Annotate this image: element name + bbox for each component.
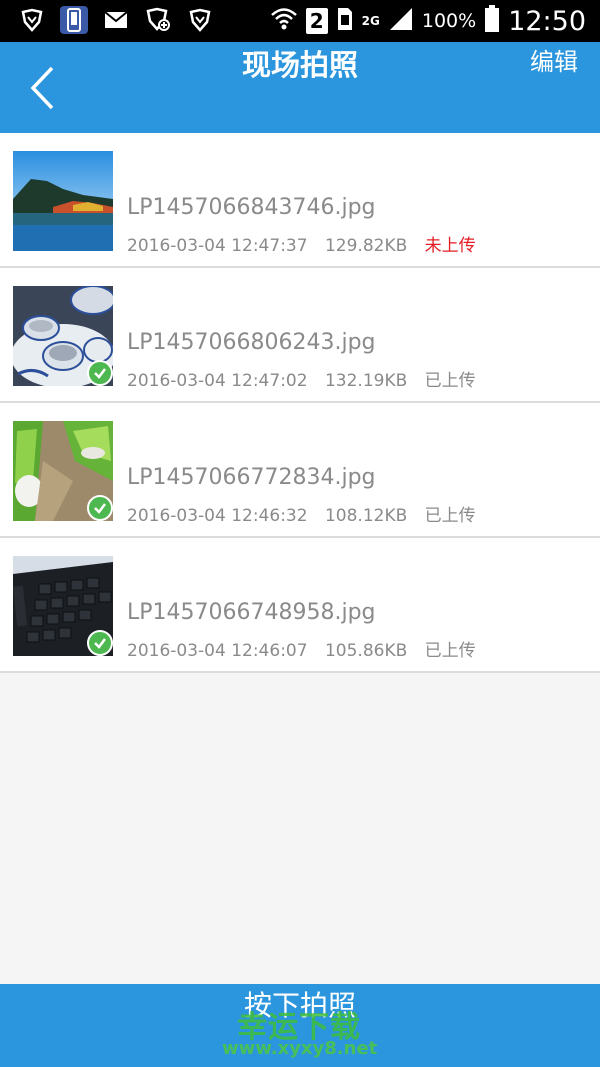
edit-button[interactable]: 编辑	[530, 42, 578, 133]
watermark-url: www.xyxy8.net	[222, 1038, 378, 1059]
page-title: 现场拍照	[241, 48, 358, 82]
photo-filename: LP1457066806243.jpg	[127, 330, 376, 355]
photo-size: 132.19KB	[324, 371, 408, 391]
photo-filename: LP1457066772834.jpg	[127, 465, 376, 490]
photo-filename: LP1457066843746.jpg	[127, 195, 376, 220]
photo-meta: 2016-03-04 12:46:32 108.12KB 已上传	[127, 501, 488, 526]
mail-icon	[102, 6, 130, 34]
photo-datetime: 2016-03-04 12:47:37	[127, 236, 308, 256]
uploaded-check-icon	[87, 360, 113, 386]
phone-icon	[60, 6, 88, 34]
upload-status: 已上传	[424, 641, 476, 661]
network-type: 2G	[361, 14, 380, 28]
photo-thumbnail[interactable]	[13, 286, 113, 386]
app-header: 现场拍照 编辑	[0, 42, 600, 133]
system-indicators: 2 2G 100% 12:50	[270, 4, 586, 38]
photo-datetime: 2016-03-04 12:47:02	[127, 371, 308, 391]
photo-meta: 2016-03-04 12:46:07 105.86KB 已上传	[127, 636, 488, 661]
photo-size: 129.82KB	[324, 236, 408, 256]
uploaded-check-icon	[87, 495, 113, 521]
uploaded-check-icon	[87, 630, 113, 656]
list-item[interactable]: LP1457066806243.jpg 2016-03-04 12:47:02 …	[0, 268, 600, 403]
photo-datetime: 2016-03-04 12:46:32	[127, 506, 308, 526]
signal-icon	[388, 6, 414, 36]
photo-thumbnail[interactable]	[13, 151, 113, 251]
battery-icon	[484, 5, 500, 37]
photo-thumbnail[interactable]	[13, 556, 113, 656]
list-item[interactable]: LP1457066772834.jpg 2016-03-04 12:46:32 …	[0, 403, 600, 538]
sim-icon	[336, 7, 354, 35]
status-bar: 2 2G 100% 12:50	[0, 0, 600, 42]
lake-landscape-image	[13, 151, 113, 251]
clock: 12:50	[508, 5, 586, 37]
back-button[interactable]	[28, 62, 68, 114]
wifi-icon	[270, 6, 298, 36]
photo-size: 108.12KB	[324, 506, 408, 526]
upload-status: 未上传	[424, 236, 476, 256]
chevron-left-icon	[30, 66, 54, 110]
sim-slot-indicator: 2	[305, 8, 328, 34]
photo-thumbnail[interactable]	[13, 421, 113, 521]
photo-meta: 2016-03-04 12:47:37 129.82KB 未上传	[127, 231, 488, 256]
shield-add-icon	[144, 6, 172, 34]
photo-size: 105.86KB	[324, 641, 408, 661]
battery-percent: 100%	[421, 10, 477, 32]
photo-filename: LP1457066748958.jpg	[127, 600, 376, 625]
notification-icons	[18, 6, 214, 34]
photo-meta: 2016-03-04 12:47:02 132.19KB 已上传	[127, 366, 488, 391]
upload-status: 已上传	[424, 506, 476, 526]
shield-icon	[186, 6, 214, 34]
photo-datetime: 2016-03-04 12:46:07	[127, 641, 308, 661]
upload-status: 已上传	[424, 371, 476, 391]
list-item[interactable]: LP1457066748958.jpg 2016-03-04 12:46:07 …	[0, 538, 600, 673]
list-item[interactable]: LP1457066843746.jpg 2016-03-04 12:47:37 …	[0, 133, 600, 268]
photo-list: LP1457066843746.jpg 2016-03-04 12:47:37 …	[0, 133, 600, 673]
shield-icon	[18, 6, 46, 34]
